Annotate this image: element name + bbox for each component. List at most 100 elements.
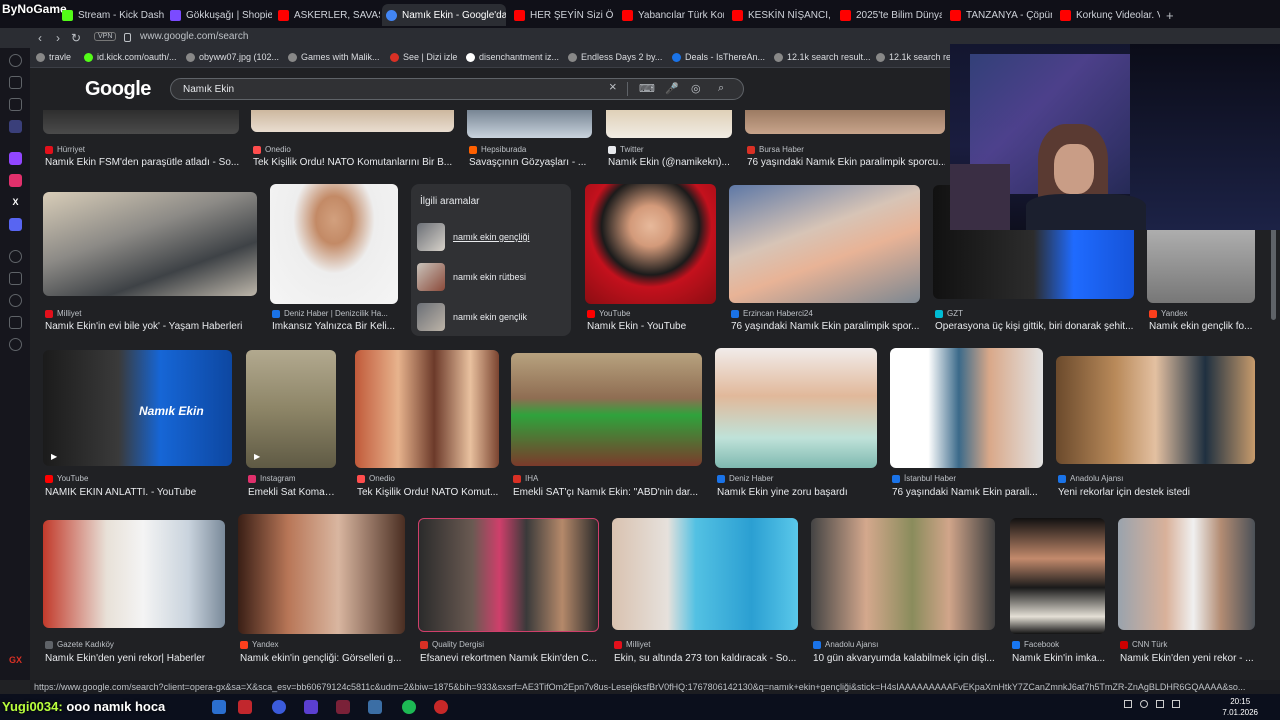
steam-icon[interactable] bbox=[368, 700, 382, 714]
result-thumbnail[interactable] bbox=[246, 350, 336, 468]
result-title[interactable]: Namık Ekin - YouTube bbox=[587, 321, 716, 332]
reload-button[interactable]: ↻ bbox=[68, 30, 84, 46]
image-result[interactable]: Milliyet Namık Ekin'in evi bile yok' - Y… bbox=[43, 192, 257, 334]
player-icon[interactable] bbox=[9, 250, 22, 263]
game-icon[interactable] bbox=[9, 98, 22, 111]
result-thumbnail[interactable] bbox=[238, 514, 405, 634]
bookmark-item[interactable]: Deals - IsThereAn... bbox=[672, 52, 765, 62]
image-result[interactable]: IHA Emekli SAT'çı Namık Ekin: "ABD'nin d… bbox=[511, 353, 702, 500]
image-result[interactable]: Erzincan Haberci24 76 yaşındaki Namık Ek… bbox=[729, 185, 920, 334]
result-thumbnail[interactable] bbox=[418, 518, 599, 632]
result-title[interactable]: Efsanevi rekortmen Namık Ekin'den C... bbox=[420, 653, 599, 664]
discord-icon[interactable] bbox=[9, 218, 22, 231]
result-title[interactable]: Namık Ekin'in evi bile yok' - Yaşam Habe… bbox=[45, 321, 257, 332]
cube-icon[interactable] bbox=[9, 272, 22, 285]
result-title[interactable]: 76 yaşındaki Namık Ekin paralimpik sporc… bbox=[747, 157, 945, 168]
result-thumbnail[interactable] bbox=[1056, 356, 1255, 464]
related-search-label[interactable]: namık ekin gençliği bbox=[453, 232, 530, 242]
related-search-label[interactable]: namık ekin gençlik bbox=[453, 312, 527, 322]
browser-taskbar-icon[interactable] bbox=[212, 700, 226, 714]
result-title[interactable]: Yeni rekorlar için destek istedi bbox=[1058, 487, 1255, 498]
image-result[interactable]: İstanbul Haber 76 yaşındaki Namık Ekin p… bbox=[890, 348, 1043, 500]
taskbar-clock[interactable]: 20:15 7.01.2026 bbox=[1222, 696, 1258, 718]
mic-icon[interactable]: 🎤 bbox=[665, 82, 679, 95]
bookmark-item[interactable]: 12.1k search res bbox=[876, 52, 956, 62]
result-title[interactable]: 76 yaşındaki Namık Ekin paralimpik spor.… bbox=[731, 321, 920, 332]
bookmark-item[interactable]: id.kick.com/oauth/... bbox=[84, 52, 177, 62]
browser-tab[interactable]: Stream - Kick Dashbo bbox=[58, 4, 164, 26]
vpn-badge[interactable]: VPN bbox=[94, 32, 117, 41]
result-title[interactable]: Savaşçının Gözyaşları - ... bbox=[469, 157, 592, 168]
result-title[interactable]: Namık Ekin'in imka... bbox=[1012, 653, 1105, 664]
result-thumbnail[interactable] bbox=[612, 518, 798, 630]
image-result[interactable]: Gazete Kadıköy Namık Ekin'den yeni rekor… bbox=[43, 520, 225, 666]
bookmark-item[interactable]: See | Dizi izle bbox=[390, 52, 457, 62]
obs-icon[interactable] bbox=[434, 700, 448, 714]
spotify-icon[interactable] bbox=[402, 700, 416, 714]
result-title[interactable]: Operasyona üç kişi gittik, biri donarak … bbox=[935, 321, 1134, 332]
result-thumbnail[interactable] bbox=[715, 348, 877, 468]
app-taskbar-icon[interactable] bbox=[238, 700, 252, 714]
result-title[interactable]: Emekli SAT'çı Namık Ekin: "ABD'nin dar..… bbox=[513, 487, 702, 498]
back-button[interactable]: ‹ bbox=[32, 30, 48, 46]
result-title[interactable]: Namık Ekin'den yeni rekor| Haberler bbox=[45, 653, 225, 664]
image-result[interactable]: CNN Türk Namık Ekin'den yeni rekor - ... bbox=[1118, 518, 1255, 666]
result-title[interactable]: NAMIK EKİN ANLATTI. - YouTube bbox=[45, 487, 232, 498]
result-title[interactable]: Tek Kişilik Ordu! NATO Komut... bbox=[357, 487, 499, 498]
image-result[interactable]: Hepsiburada Savaşçının Gözyaşları - ... bbox=[467, 100, 592, 174]
browser-tab[interactable]: 2025'te Bilim Dünyası bbox=[836, 4, 942, 26]
bookmark-item[interactable]: disenchantment iz... bbox=[466, 52, 559, 62]
image-result[interactable]: Milliyet Ekin, su altında 273 ton kaldır… bbox=[612, 518, 798, 666]
image-result[interactable]: Quality Dergisi Efsanevi rekortmen Namık… bbox=[418, 518, 599, 666]
result-thumbnail[interactable] bbox=[355, 350, 499, 468]
tray-chevron-icon[interactable] bbox=[1124, 700, 1132, 708]
result-thumbnail[interactable] bbox=[1010, 518, 1105, 634]
result-title[interactable]: Namık ekin gençlik fo... bbox=[1149, 321, 1255, 332]
result-title[interactable]: Ekin, su altında 273 ton kaldıracak - So… bbox=[614, 653, 798, 664]
browser-tab[interactable]: Yabancılar Türk Korku bbox=[618, 4, 724, 26]
related-search-item[interactable]: namık ekin rütbesi bbox=[417, 260, 567, 294]
result-thumbnail[interactable] bbox=[1118, 518, 1255, 630]
result-thumbnail[interactable] bbox=[585, 184, 716, 304]
browser-tab[interactable]: KESKİN NİŞANCI, OY bbox=[728, 4, 832, 26]
twitch-icon[interactable] bbox=[9, 152, 22, 165]
result-title[interactable]: Namık ekin'in gençliği: Görselleri g... bbox=[240, 653, 405, 664]
result-title[interactable]: Namık Ekin FSM'den paraşütle atladı - So… bbox=[45, 157, 239, 168]
browser-tab[interactable]: HER ŞEYİN Sizi Öldü bbox=[510, 4, 614, 26]
result-title[interactable]: Tek Kişilik Ordu! NATO Komutanlarını Bir… bbox=[253, 157, 454, 168]
battery-icon[interactable] bbox=[1172, 700, 1180, 708]
pinboard-icon[interactable] bbox=[9, 316, 22, 329]
search-icon[interactable]: ⌕ bbox=[718, 82, 724, 95]
history-icon[interactable] bbox=[9, 294, 22, 307]
image-result[interactable]: Anadolu Ajansı Yeni rekorlar için destek… bbox=[1056, 356, 1255, 500]
browser-tab[interactable]: Gökkuşağı | Shopier bbox=[166, 4, 272, 26]
new-tab-button[interactable]: + bbox=[1162, 4, 1180, 26]
result-title[interactable]: Namık Ekin (@namikekn)... bbox=[608, 157, 732, 168]
gx-icon[interactable]: GX bbox=[9, 654, 22, 667]
app-taskbar-icon[interactable] bbox=[304, 700, 318, 714]
instagram-icon[interactable] bbox=[9, 174, 22, 187]
result-title[interactable]: Namık Ekin yine zoru başardı bbox=[717, 487, 877, 498]
browser-tab-active[interactable]: Namık Ekin - Google'da A bbox=[382, 4, 506, 26]
refresh-icon[interactable] bbox=[9, 54, 22, 67]
image-result[interactable]: Namık Ekin ▶ YouTube NAMIK EKİN ANLATTI.… bbox=[43, 350, 232, 500]
result-title[interactable]: 76 yaşındaki Namık Ekin parali... bbox=[892, 487, 1043, 498]
app-taskbar-icon[interactable] bbox=[272, 700, 286, 714]
result-thumbnail[interactable] bbox=[43, 520, 225, 628]
result-title[interactable]: Emekli Sat Koman... bbox=[248, 487, 336, 498]
volume-icon[interactable] bbox=[1156, 700, 1164, 708]
image-result[interactable]: Onedio Tek Kişilik Ordu! NATO Komut... bbox=[355, 350, 499, 500]
bookmark-item[interactable]: obyww07.jpg (102... bbox=[186, 52, 279, 62]
settings-icon[interactable] bbox=[9, 338, 22, 351]
result-title[interactable]: İmkansız Yalnızca Bir Keli... bbox=[272, 321, 398, 332]
result-thumbnail[interactable] bbox=[811, 518, 995, 630]
app-taskbar-icon[interactable] bbox=[336, 700, 350, 714]
bookmark-item[interactable]: Games with Malik... bbox=[288, 52, 380, 62]
image-result[interactable]: Anadolu Ajansı 10 gün akvaryumda kalabil… bbox=[811, 518, 995, 666]
forward-button[interactable]: › bbox=[50, 30, 66, 46]
result-thumbnail[interactable] bbox=[270, 184, 398, 304]
search-input[interactable] bbox=[183, 82, 583, 96]
image-result[interactable]: Deniz Haber Namık Ekin yine zoru başardı bbox=[715, 348, 877, 500]
image-result[interactable]: ▶ Instagram Emekli Sat Koman... bbox=[246, 350, 336, 500]
bookmark-item[interactable]: 12.1k search result... bbox=[774, 52, 871, 62]
